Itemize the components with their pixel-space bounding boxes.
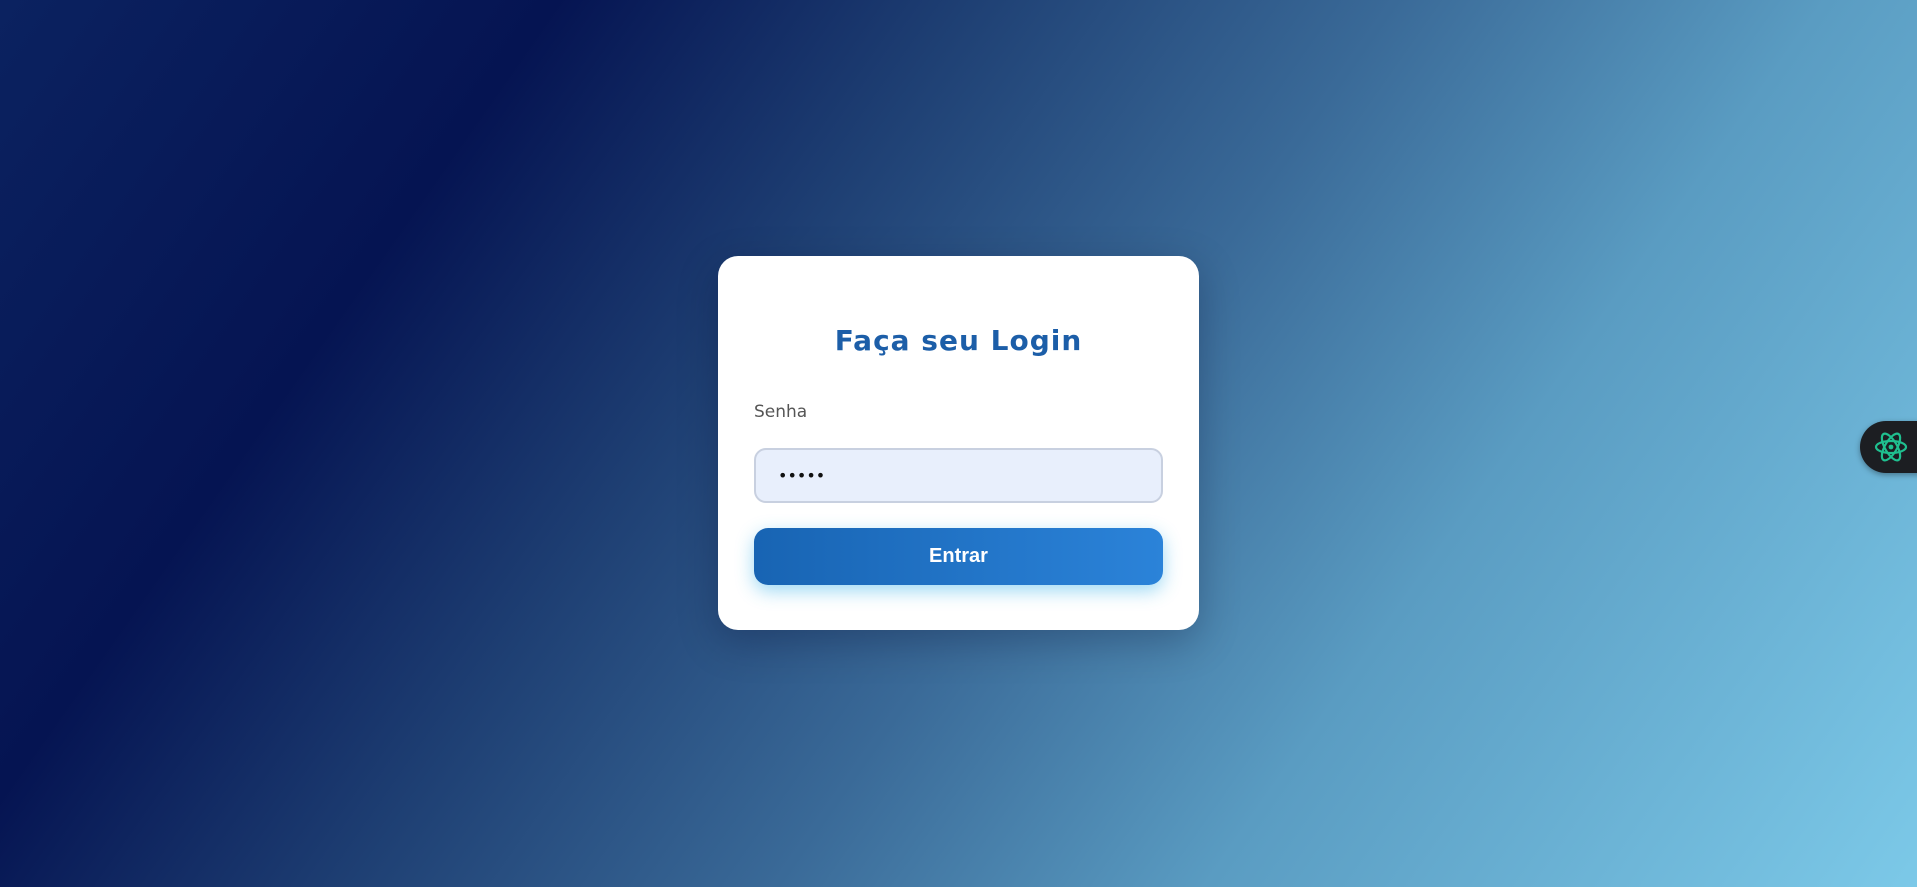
- floating-assistant-button[interactable]: [1860, 421, 1917, 473]
- login-submit-button[interactable]: Entrar: [754, 528, 1163, 585]
- atom-icon: [1874, 432, 1908, 462]
- login-card: Faça seu Login Senha Entrar: [718, 256, 1199, 630]
- password-label: Senha: [754, 402, 808, 422]
- password-input[interactable]: [754, 448, 1163, 503]
- login-title: Faça seu Login: [834, 324, 1083, 357]
